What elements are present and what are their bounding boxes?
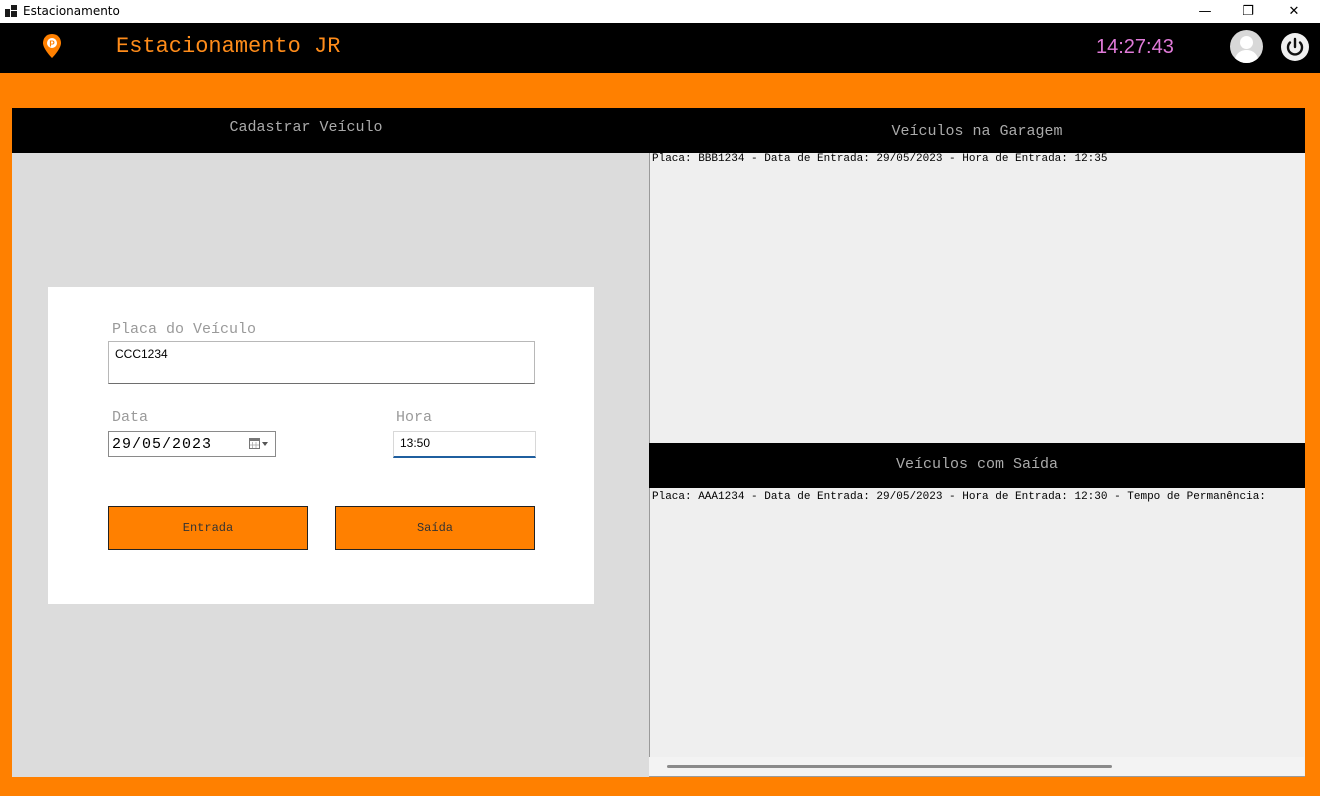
maximize-button[interactable]: ❐ <box>1225 0 1271 23</box>
avatar-icon[interactable] <box>1230 30 1263 63</box>
app-header: P Estacionamento JR 14:27:43 <box>0 23 1320 73</box>
horizontal-scrollbar[interactable] <box>649 757 1304 776</box>
saidas-title: Veículos com Saída <box>895 456 1059 473</box>
saida-button[interactable]: Saída <box>335 506 535 550</box>
app-icon <box>5 5 17 17</box>
garagem-header: Veículos na Garagem <box>649 108 1305 153</box>
minimize-button[interactable]: — <box>1182 0 1228 23</box>
placa-label: Placa do Veículo <box>112 321 257 338</box>
hora-label: Hora <box>396 409 433 426</box>
window-titlebar: Estacionamento — ❐ ✕ <box>0 0 1320 23</box>
list-item[interactable]: Placa: BBB1234 - Data de Entrada: 29/05/… <box>652 153 1107 165</box>
entrada-button[interactable]: Entrada <box>108 506 308 550</box>
window-title: Estacionamento <box>23 4 120 18</box>
hora-input[interactable]: 13:50 <box>393 431 536 458</box>
garagem-list[interactable]: Placa: BBB1234 - Data de Entrada: 29/05/… <box>649 153 1305 443</box>
close-button[interactable]: ✕ <box>1271 0 1317 23</box>
cadastro-header: Cadastrar Veículo <box>12 108 649 153</box>
saidas-header: Veículos com Saída <box>649 443 1305 488</box>
saidas-list[interactable]: Placa: AAA1234 - Data de Entrada: 29/05/… <box>649 488 1305 777</box>
svg-text:P: P <box>49 40 55 49</box>
cadastro-title: Cadastrar Veículo <box>229 119 383 136</box>
data-date-picker[interactable]: 29/05/2023 <box>108 431 276 457</box>
scrollbar-thumb[interactable] <box>667 765 1112 768</box>
power-icon[interactable] <box>1281 33 1309 61</box>
placa-value: CCC1234 <box>115 347 168 361</box>
placa-input[interactable]: CCC1234 <box>108 341 535 384</box>
hora-value: 13:50 <box>400 436 431 450</box>
app-brand-title: Estacionamento JR <box>116 34 341 59</box>
list-item[interactable]: Placa: AAA1234 - Data de Entrada: 29/05/… <box>652 491 1266 503</box>
calendar-dropdown-icon[interactable] <box>249 438 269 450</box>
data-value: 29/05/2023 <box>112 436 213 453</box>
garagem-title: Veículos na Garagem <box>891 123 1063 140</box>
data-label: Data <box>112 409 149 426</box>
parking-pin-icon: P <box>43 34 61 58</box>
clock-display: 14:27:43 <box>1096 36 1174 58</box>
